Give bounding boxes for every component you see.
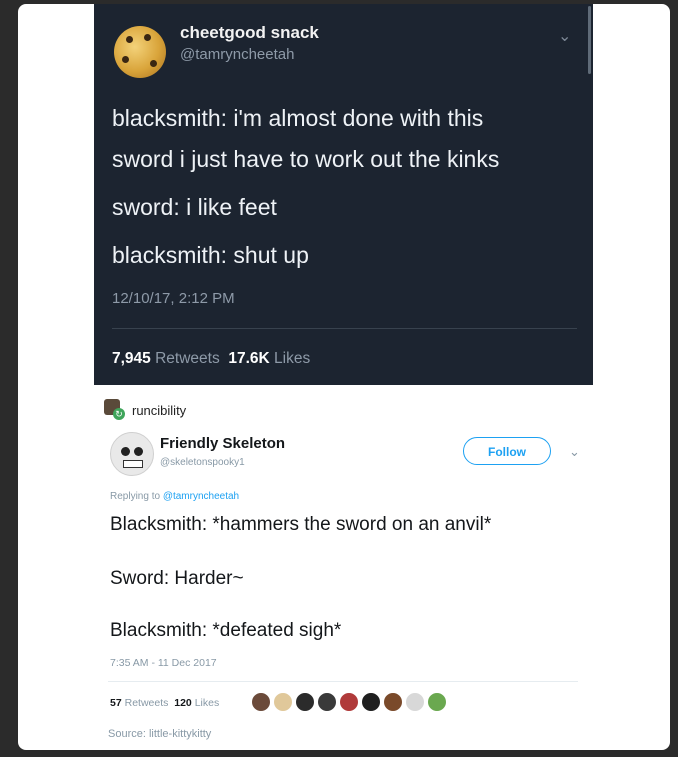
reblog-avatar[interactable]: ↻ <box>104 399 126 421</box>
liker-avatar[interactable] <box>273 692 293 712</box>
avatar-spot <box>126 36 133 43</box>
tweet-text-line: blacksmith: i'm almost done with this <box>112 105 484 131</box>
skull-teeth <box>123 460 143 468</box>
retweets-count[interactable]: 57 <box>110 697 122 709</box>
liker-avatar[interactable] <box>251 692 271 712</box>
tweet-text-line: sword i just have to work out the kinks <box>112 146 500 172</box>
retweets-label[interactable]: Retweets <box>125 697 169 709</box>
reblogger-username[interactable]: runcibility <box>132 403 186 418</box>
skeleton-avatar[interactable] <box>110 432 154 476</box>
replying-prefix: Replying to <box>110 491 163 502</box>
skull-eye <box>121 447 130 456</box>
retweets-count[interactable]: 7,945 <box>112 350 151 367</box>
tweet-timestamp[interactable]: 12/10/17, 2:12 PM <box>112 290 235 307</box>
liker-avatar[interactable] <box>295 692 315 712</box>
divider <box>108 681 578 682</box>
likes-label[interactable]: Likes <box>195 697 220 709</box>
liker-avatar[interactable] <box>317 692 337 712</box>
chevron-down-icon[interactable]: ⌄ <box>569 444 580 460</box>
tweet-stats: 7,945 Retweets 17.6K Likes <box>112 350 310 368</box>
likes-count[interactable]: 17.6K <box>228 350 269 367</box>
tweet-stats: 57 Retweets 120 Likes <box>110 697 219 709</box>
tweet-timestamp[interactable]: 7:35 AM - 11 Dec 2017 <box>110 657 217 669</box>
tweet-text-line: Blacksmith: *defeated sigh* <box>110 620 342 641</box>
liker-avatar[interactable] <box>339 692 359 712</box>
author-handle[interactable]: @skeletonspooky1 <box>160 457 245 468</box>
retweets-label[interactable]: Retweets <box>155 350 220 367</box>
tweet-dark-card: cheetgood snack @tamryncheetah ⌄ blacksm… <box>94 4 593 385</box>
liker-avatar[interactable] <box>405 692 425 712</box>
reblog-icon: ↻ <box>113 408 125 420</box>
author-name[interactable]: cheetgood snack <box>180 23 319 43</box>
tweet-text-line: sword: i like feet <box>112 194 277 220</box>
likes-count[interactable]: 120 <box>174 697 192 709</box>
cheetah-avatar[interactable] <box>114 26 166 78</box>
author-handle[interactable]: @tamryncheetah <box>180 46 294 63</box>
tweet-text-line: blacksmith: shut up <box>112 242 309 268</box>
scrollbar[interactable] <box>588 6 591 74</box>
avatar-spot <box>150 60 157 67</box>
source-credit: Source: little-kittykitty <box>108 728 212 740</box>
follow-button[interactable]: Follow <box>463 437 551 465</box>
replying-to-link[interactable]: @tamryncheetah <box>163 491 239 502</box>
liker-avatar[interactable] <box>383 692 403 712</box>
skull-eye <box>134 447 143 456</box>
likes-label[interactable]: Likes <box>274 350 310 367</box>
avatar-spot <box>122 56 129 63</box>
tweet-text-line: Sword: Harder~ <box>110 568 244 589</box>
tweet-text-line: Blacksmith: *hammers the sword on an anv… <box>110 514 492 535</box>
liker-avatar[interactable] <box>361 692 381 712</box>
replying-to: Replying to @tamryncheetah <box>110 491 239 502</box>
avatar-spot <box>144 34 151 41</box>
divider <box>112 328 577 329</box>
author-name[interactable]: Friendly Skeleton <box>160 435 285 452</box>
liker-avatar[interactable] <box>427 692 447 712</box>
chevron-down-icon[interactable]: ⌄ <box>558 26 571 46</box>
